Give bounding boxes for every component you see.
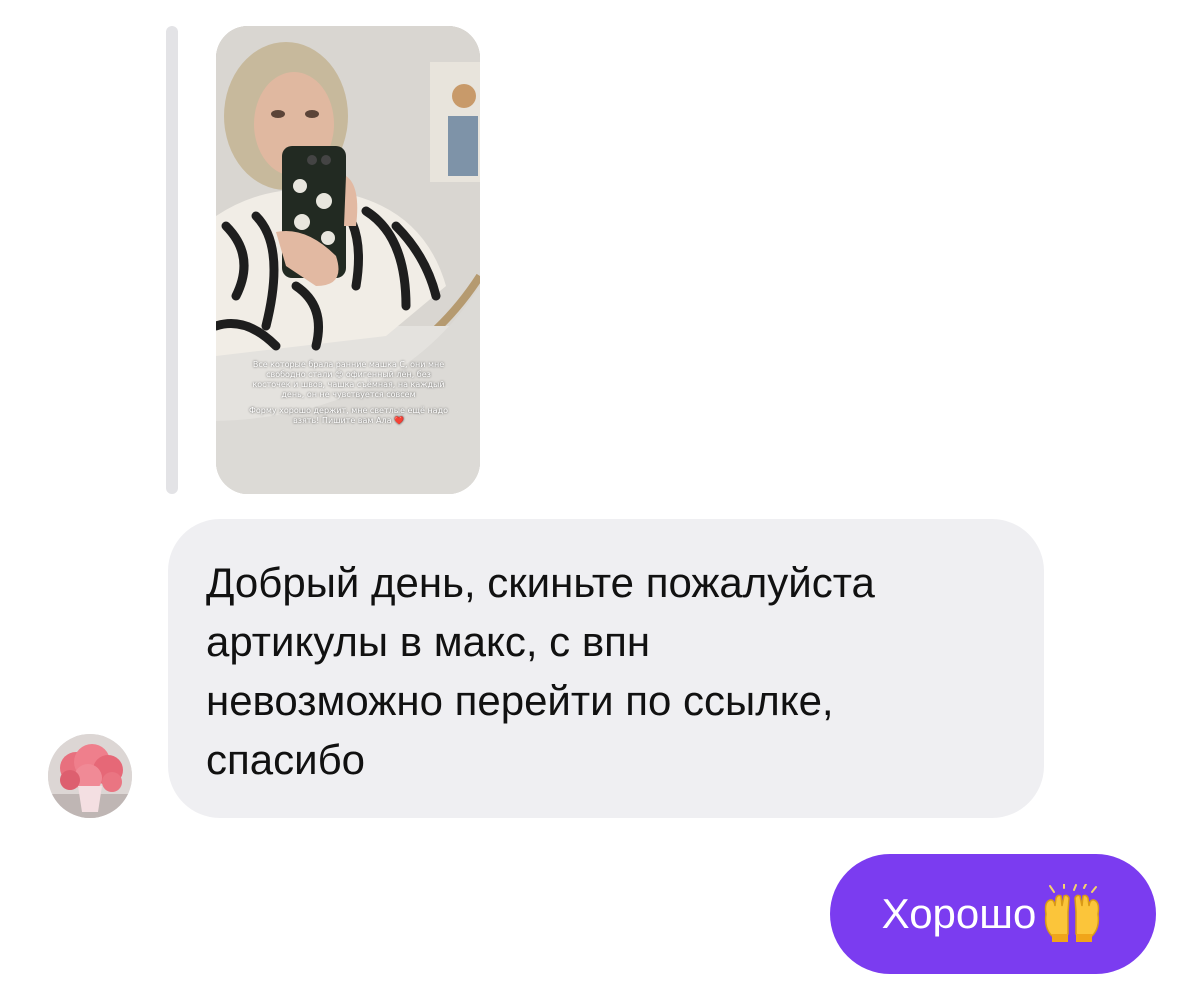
chat-thread: Все которые брала ранние машка С, они мн… bbox=[0, 0, 1179, 994]
outgoing-message-bubble[interactable]: Хорошо bbox=[830, 854, 1156, 974]
message-line: спасибо bbox=[206, 736, 365, 783]
avatar[interactable] bbox=[48, 734, 132, 818]
story-reply-thumbnail[interactable]: Все которые брала ранние машка С, они мн… bbox=[216, 26, 480, 494]
avatar-image bbox=[48, 734, 132, 818]
outgoing-message-text: Хорошо bbox=[881, 890, 1037, 937]
message-line: артикулы в макс, с впн bbox=[206, 618, 651, 665]
raising-hands-icon bbox=[1045, 884, 1100, 942]
message-line: невозможно перейти по ссылке, bbox=[206, 677, 834, 724]
incoming-message-bubble[interactable]: Добрый день, скиньте пожалуйста артикулы… bbox=[168, 519, 1044, 818]
story-caption-line: Форму хорошо держит, мне светлые ещё над… bbox=[248, 406, 448, 425]
message-line: Добрый день, скиньте пожалуйста bbox=[206, 559, 875, 606]
story-caption-line: Все которые брала ранние машка С, они мн… bbox=[252, 360, 445, 399]
story-reply-indicator bbox=[166, 26, 178, 494]
story-caption: Все которые брала ранние машка С, они мн… bbox=[246, 360, 451, 432]
